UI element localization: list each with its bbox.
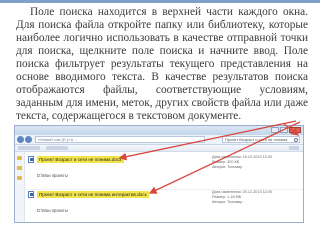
toolbar-save-search-button[interactable] xyxy=(46,146,68,150)
result-item[interactable]: Проект Возраст и сети не понима.docx D:\… xyxy=(26,155,303,190)
address-bar: «Новый том (E:)» ▸ ... Проект Возраст и … xyxy=(15,135,303,145)
result-file-path: D:\Мои проекты xyxy=(37,208,68,213)
forward-button[interactable] xyxy=(25,136,32,143)
slide: Поле поиска находится в верхней части ка… xyxy=(0,0,320,240)
word-document-icon xyxy=(28,156,34,163)
result-authors: Авторы: Тихомир xyxy=(212,165,243,169)
result-authors: Авторы: Тихомир xyxy=(212,200,243,204)
nav-arrows xyxy=(17,136,32,143)
back-button[interactable] xyxy=(17,136,24,143)
close-button[interactable] xyxy=(289,127,301,133)
window-titlebar xyxy=(15,126,303,135)
description-paragraph: Поле поиска находится в верхней части ка… xyxy=(16,6,308,122)
favorites-folder-icon[interactable] xyxy=(17,156,22,160)
search-input-text: Проект Возраст и сети не понима xyxy=(225,137,288,142)
toolbar xyxy=(15,145,303,152)
result-file-path: D:\Мои проекты xyxy=(37,173,68,178)
word-document-icon xyxy=(28,191,34,198)
result-meta: Дата изменения: 20.12.2013 12:00 Размер:… xyxy=(212,190,292,205)
window-controls xyxy=(271,127,301,133)
toolbar-organize-button[interactable] xyxy=(18,146,40,150)
result-meta: Дата изменения: 16.12.2013 12:00 Размер:… xyxy=(212,155,292,170)
result-file-name[interactable]: Проект Возраст и сети не понима интеракт… xyxy=(37,191,149,198)
search-input[interactable]: Проект Возраст и сети не понима xyxy=(222,136,300,143)
slide-top-border xyxy=(0,0,320,3)
search-icon xyxy=(294,138,298,142)
minimize-button[interactable] xyxy=(271,127,279,133)
maximize-button[interactable] xyxy=(280,127,288,133)
result-item[interactable]: Проект Возраст и сети не понима интеракт… xyxy=(26,190,303,222)
address-field[interactable]: «Новый том (E:)» ▸ ... xyxy=(35,136,205,143)
explorer-window: «Новый том (E:)» ▸ ... Проект Возраст и … xyxy=(14,125,304,223)
navigation-pane xyxy=(15,152,25,222)
result-file-name[interactable]: Проект Возраст и сети не понима.docx xyxy=(37,156,124,163)
toolbar-items xyxy=(18,146,68,150)
search-results: Проект Возраст и сети не понима.docx D:\… xyxy=(26,152,303,222)
view-options-button[interactable] xyxy=(289,146,299,150)
computer-folder-icon[interactable] xyxy=(17,176,22,180)
libraries-folder-icon[interactable] xyxy=(17,166,22,170)
